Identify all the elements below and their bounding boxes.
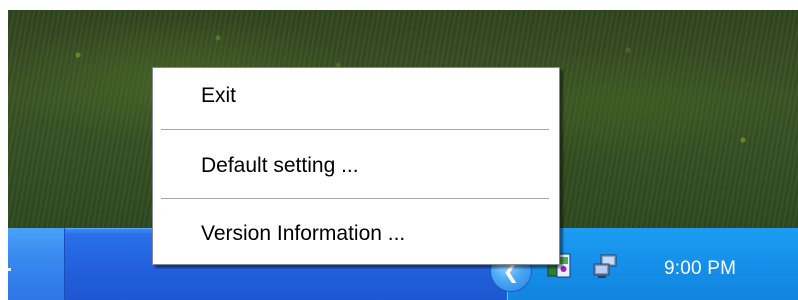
network-tray-icon[interactable] xyxy=(592,253,618,279)
desktop-screen: ❮ 9:00 PM Exit Default setting ... Versi xyxy=(8,10,798,300)
start-button-edge[interactable] xyxy=(8,228,65,300)
menu-item-exit[interactable]: Exit xyxy=(153,76,559,120)
menu-item-version-information[interactable]: Version Information ... xyxy=(153,214,559,258)
menu-item-label: Default setting ... xyxy=(201,154,359,177)
menu-separator xyxy=(161,198,549,199)
menu-item-label: Version Information ... xyxy=(201,222,406,245)
menu-separator xyxy=(161,129,549,130)
taskbar-clock[interactable]: 9:00 PM xyxy=(664,258,736,280)
network-icon xyxy=(593,254,617,278)
menu-item-default-setting[interactable]: Default setting ... xyxy=(153,146,559,190)
taskbar-grip xyxy=(8,268,11,271)
tray-context-menu: Exit Default setting ... Version Informa… xyxy=(152,67,560,265)
menu-item-label: Exit xyxy=(201,84,237,107)
